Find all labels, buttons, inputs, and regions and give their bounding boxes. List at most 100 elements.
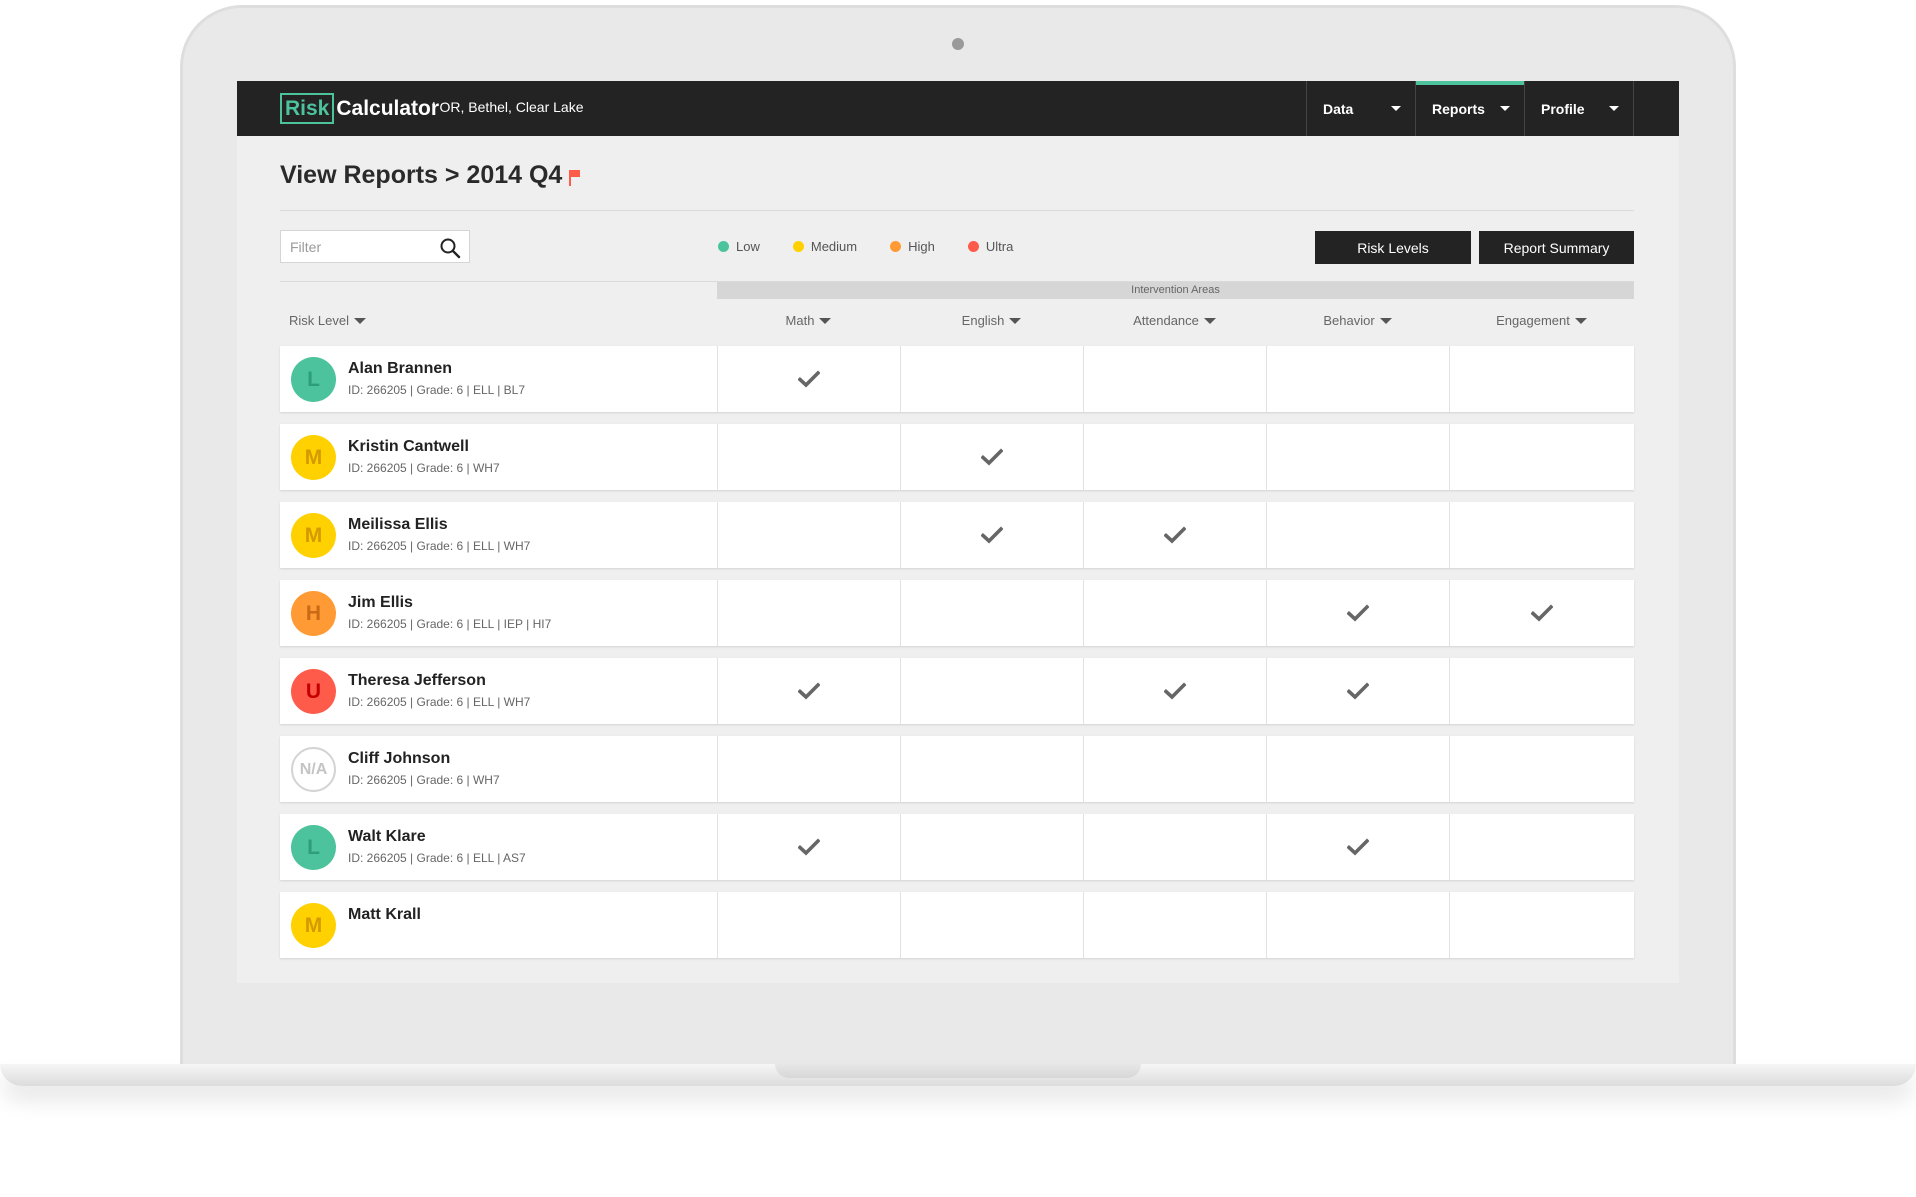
student-cell: M Kristin Cantwell ID: 266205 | Grade: 6 |… — [280, 424, 717, 490]
nav-item-profile[interactable]: Profile — [1525, 81, 1634, 136]
table-row[interactable]: H Jim Ellis ID: 266205 | Grade: 6 | ELL | … — [280, 580, 1634, 646]
intervention-cell[interactable] — [1266, 502, 1449, 568]
intervention-cell[interactable] — [900, 580, 1083, 646]
intervention-cell[interactable] — [900, 658, 1083, 724]
table-row[interactable]: M Matt Krall — [280, 892, 1634, 958]
student-name[interactable]: Kristin Cantwell — [348, 438, 469, 456]
sort-down-icon — [1379, 317, 1392, 324]
intervention-cell[interactable] — [900, 346, 1083, 412]
page-title-text: View Reports > 2014 Q4 — [280, 161, 563, 189]
intervention-cell[interactable] — [1449, 892, 1634, 958]
student-name[interactable]: Matt Krall — [348, 906, 421, 924]
nav-label: Profile — [1541, 100, 1585, 117]
student-cell: N/A Cliff Johnson ID: 266205 | Grade: 6 | … — [280, 736, 717, 802]
intervention-cell[interactable] — [717, 502, 900, 568]
intervention-cell[interactable] — [1083, 658, 1266, 724]
intervention-cell[interactable] — [900, 502, 1083, 568]
intervention-cell[interactable] — [900, 736, 1083, 802]
column-header-english[interactable]: English — [900, 313, 1083, 328]
student-name[interactable]: Alan Brannen — [348, 360, 452, 378]
chevron-down-icon — [1609, 106, 1619, 111]
intervention-cell[interactable] — [900, 814, 1083, 880]
nav-label: Data — [1323, 100, 1354, 117]
risk-avatar: L — [291, 825, 336, 870]
student-name[interactable]: Walt Klare — [348, 828, 426, 846]
risk-avatar: L — [291, 357, 336, 402]
intervention-cell[interactable] — [717, 736, 900, 802]
intervention-cell[interactable] — [1083, 424, 1266, 490]
intervention-cell[interactable] — [1449, 736, 1634, 802]
legend-dot — [792, 241, 804, 252]
intervention-cell[interactable] — [1083, 580, 1266, 646]
intervention-cell[interactable] — [1266, 658, 1449, 724]
intervention-cell[interactable] — [1449, 346, 1634, 412]
intervention-cell[interactable] — [1083, 736, 1266, 802]
table-row[interactable]: M Meilissa Ellis ID: 266205 | Grade: 6 | E… — [280, 502, 1634, 568]
intervention-cell[interactable] — [1266, 814, 1449, 880]
intervention-cell[interactable] — [1083, 346, 1266, 412]
intervention-cell[interactable] — [1449, 658, 1634, 724]
laptop-notch — [775, 1064, 1141, 1078]
student-name[interactable]: Jim Ellis — [348, 594, 413, 612]
column-header-label: Risk Level — [289, 313, 349, 328]
report-summary-button[interactable]: Report Summary — [1479, 231, 1634, 264]
intervention-cell[interactable] — [717, 424, 900, 490]
intervention-cell[interactable] — [1083, 814, 1266, 880]
table-row[interactable]: N/A Cliff Johnson ID: 266205 | Grade: 6 | … — [280, 736, 1634, 802]
nav-item-reports[interactable]: Reports — [1416, 81, 1525, 136]
legend-item-medium: Medium — [792, 239, 857, 254]
filter-input[interactable] — [281, 231, 431, 262]
check-icon — [981, 526, 1003, 544]
intervention-cell[interactable] — [1449, 502, 1634, 568]
table-row[interactable]: U Theresa Jefferson ID: 266205 | Grade: 6 … — [280, 658, 1634, 724]
intervention-areas-header: Intervention Areas — [717, 282, 1634, 299]
column-header-attendance[interactable]: Attendance — [1083, 313, 1266, 328]
column-header-risk-level[interactable]: Risk Level — [280, 313, 370, 328]
column-header-label: Engagement — [1496, 313, 1570, 328]
column-header-behavior[interactable]: Behavior — [1266, 313, 1449, 328]
table-row[interactable]: L Alan Brannen ID: 266205 | Grade: 6 | ELL… — [280, 346, 1634, 412]
column-header-label: Behavior — [1323, 313, 1375, 328]
student-name[interactable]: Meilissa Ellis — [348, 516, 448, 534]
intervention-cell[interactable] — [717, 892, 900, 958]
intervention-cell[interactable] — [1083, 502, 1266, 568]
legend-dot — [718, 241, 729, 252]
intervention-cell[interactable] — [717, 580, 900, 646]
sort-down-icon — [353, 317, 366, 324]
intervention-cell[interactable] — [1266, 346, 1449, 412]
flag-icon — [569, 169, 581, 186]
intervention-cell[interactable] — [900, 424, 1083, 490]
intervention-cell[interactable] — [717, 346, 900, 412]
risk-avatar: N/A — [291, 747, 336, 792]
intervention-cell[interactable] — [1449, 580, 1634, 646]
check-icon — [1164, 682, 1186, 700]
column-header-math[interactable]: Math — [717, 313, 900, 328]
legend-label: High — [908, 239, 935, 254]
column-header-engagement[interactable]: Engagement — [1449, 313, 1634, 328]
chevron-down-icon — [1500, 106, 1510, 111]
intervention-cell[interactable] — [1266, 892, 1449, 958]
intervention-cell[interactable] — [1266, 424, 1449, 490]
intervention-cell[interactable] — [1449, 424, 1634, 490]
app-logo[interactable]: Risk Calculator — [280, 93, 439, 124]
student-name[interactable]: Cliff Johnson — [348, 750, 450, 768]
risk-levels-button[interactable]: Risk Levels — [1315, 231, 1471, 264]
legend-dot — [890, 241, 902, 252]
intervention-cell[interactable] — [717, 814, 900, 880]
sort-down-icon — [1574, 317, 1587, 324]
intervention-cell[interactable] — [717, 658, 900, 724]
intervention-cell[interactable] — [1449, 814, 1634, 880]
student-cell: M Matt Krall — [280, 892, 717, 958]
check-icon — [798, 370, 820, 388]
search-icon[interactable] — [439, 237, 461, 259]
check-icon — [1347, 604, 1369, 622]
intervention-cell[interactable] — [1266, 736, 1449, 802]
intervention-cell[interactable] — [900, 892, 1083, 958]
student-name[interactable]: Theresa Jefferson — [348, 672, 486, 690]
table-row[interactable]: L Walt Klare ID: 266205 | Grade: 6 | ELL |… — [280, 814, 1634, 880]
risk-avatar: M — [291, 435, 336, 480]
intervention-cell[interactable] — [1266, 580, 1449, 646]
intervention-cell[interactable] — [1083, 892, 1266, 958]
nav-item-data[interactable]: Data — [1307, 81, 1416, 136]
table-row[interactable]: M Kristin Cantwell ID: 266205 | Grade: 6 |… — [280, 424, 1634, 490]
